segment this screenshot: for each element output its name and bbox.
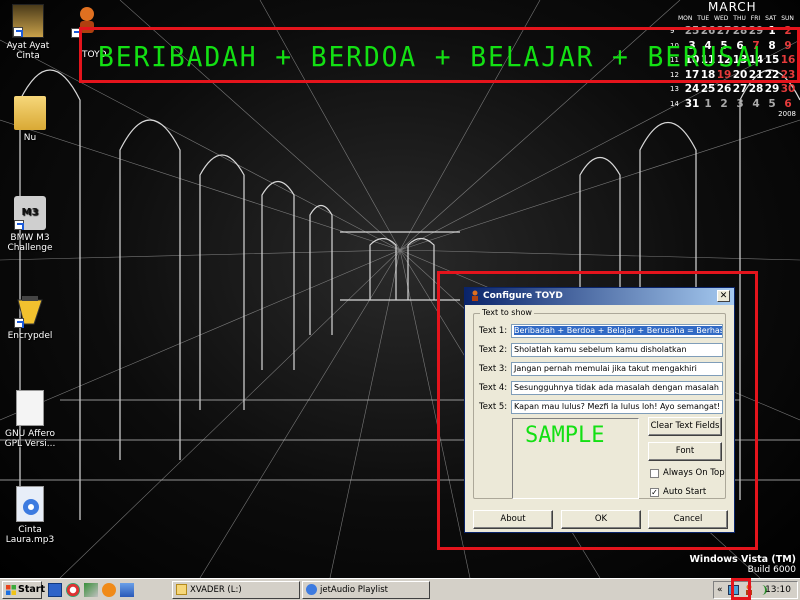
folder-icon [176, 584, 187, 595]
calendar-day[interactable]: 3 [732, 97, 748, 112]
desktop-icon-label: Nu [23, 133, 37, 143]
text-2-field[interactable]: Sholatlah kamu sebelum kamu disholatkan [511, 343, 723, 357]
desktop-icon-label: GNU Affero GPL Versi... [4, 429, 56, 449]
media-icon[interactable] [102, 583, 116, 597]
tray-expand-chevron-icon[interactable]: « [717, 582, 723, 598]
task-label: jetAudio Playlist [320, 585, 388, 595]
text-3-field[interactable]: Jangan pernah memulai jika takut mengakh… [511, 362, 723, 376]
watermark-product: Windows Vista (TM) [689, 554, 796, 565]
taskbar-item-jetaudio-playlist[interactable]: jetAudio Playlist [302, 581, 430, 599]
encrypdel-icon [14, 294, 46, 328]
close-button[interactable]: ✕ [717, 290, 730, 302]
ok-button[interactable]: OK [561, 510, 641, 529]
show-desktop-icon[interactable] [48, 583, 62, 597]
network-icon[interactable] [120, 583, 134, 597]
utility-icon[interactable] [84, 583, 98, 597]
banner-highlight-box [79, 27, 800, 83]
configure-toyd-dialog[interactable]: Configure TOYD ✕ Text to show Text 1: Be… [464, 287, 735, 533]
folder-icon [14, 96, 46, 130]
text-2-label: Text 2: [479, 345, 508, 355]
bmw-badge-text: M3 [21, 207, 39, 218]
text-1-label: Text 1: [479, 326, 508, 336]
calendar-day-headers: MON TUE WED THU FRI SAT SUN [678, 15, 794, 22]
calendar-day[interactable]: 2 [716, 97, 732, 112]
shortcut-arrow-icon [13, 27, 23, 37]
sample-text: SAMPLE [525, 423, 605, 448]
document-icon [16, 390, 44, 426]
start-button[interactable]: Start [2, 581, 46, 599]
calendar-day[interactable]: 5 [764, 97, 780, 112]
task-label: XVADER (L:) [190, 585, 242, 595]
calendar-month: MARCH [708, 0, 757, 14]
jetaudio-icon [306, 584, 317, 595]
text-3-row: Text 3: Jangan pernah memulai jika takut… [479, 362, 723, 376]
always-on-top-label: Always On Top [663, 468, 725, 478]
text-4-row: Text 4: Sesungguhnya tidak ada masalah d… [479, 381, 723, 395]
desktop-icon-label: BMW M3 Challenge [7, 233, 53, 253]
desktop-icon-label: Encrypdel [7, 331, 53, 341]
text-5-row: Text 5: Kapan mau lulus? Mezfi la lulus … [479, 400, 723, 414]
font-button[interactable]: Font [648, 442, 722, 461]
dialog-titlebar[interactable]: Configure TOYD ✕ [465, 288, 734, 305]
close-icon: ✕ [719, 291, 728, 301]
dialog-title: Configure TOYD [483, 291, 563, 301]
text-2-row: Text 2: Sholatlah kamu sebelum kamu dish… [479, 343, 723, 357]
calendar-year: 2008 [778, 110, 796, 118]
desktop-icon-label: Cinta Laura.mp3 [5, 525, 55, 545]
bmw-m3-game-icon: M3 [14, 196, 46, 230]
text-1-row: Text 1: Beribadah + Berdoa + Belajar + B… [479, 324, 723, 338]
calendar-day[interactable]: 31 [684, 97, 700, 112]
auto-start-checkbox[interactable]: ✓ Auto Start [650, 487, 706, 497]
audio-file-icon [16, 486, 44, 522]
text-to-show-group: Text to show Text 1: Beribadah + Berdoa … [473, 308, 726, 499]
sample-preview: SAMPLE [512, 418, 639, 499]
tray-highlight-box [731, 578, 751, 600]
windows-logo-icon [6, 585, 16, 595]
about-button[interactable]: About [473, 510, 553, 529]
watermark-build: Build 6000 [747, 565, 796, 575]
desktop-icon-bmw-m3[interactable]: M3 BMW M3 Challenge [0, 196, 62, 253]
desktop-icon-encrypdel[interactable]: Encrypdel [0, 294, 62, 341]
calendar-day[interactable]: 6 [780, 97, 796, 112]
toyd-app-icon [469, 290, 479, 302]
shortcut-arrow-icon [14, 220, 24, 230]
text-5-field[interactable]: Kapan mau lulus? Mezfi la lulus loh! Ayo… [511, 400, 723, 414]
calendar-week-number: 14 [670, 99, 679, 108]
movie-icon [12, 4, 44, 38]
text-4-label: Text 4: [479, 383, 508, 393]
browser-icon[interactable] [66, 583, 80, 597]
text-1-value: Beribadah + Berdoa + Belajar + Berusaha … [514, 326, 722, 335]
cancel-button[interactable]: Cancel [648, 510, 728, 529]
windows-watermark: Windows Vista (TM) Build 6000 [689, 554, 796, 576]
calendar-day[interactable]: 29 [764, 82, 780, 97]
taskbar-item-xvader[interactable]: XVADER (L:) [172, 581, 300, 599]
always-on-top-checkbox[interactable]: Always On Top [650, 468, 725, 478]
text-5-label: Text 5: [479, 402, 508, 412]
desktop-icon-gnu-affero[interactable]: GNU Affero GPL Versi... [0, 390, 62, 449]
calendar-day[interactable]: 4 [748, 97, 764, 112]
calendar-week-row: 14 31 1 2 3 4 5 6 [670, 97, 796, 112]
desktop-icon-ayat-ayat-cinta[interactable]: Ayat Ayat Cinta [0, 4, 60, 61]
desktop-icon-nu[interactable]: Nu [0, 96, 62, 143]
group-label: Text to show [480, 308, 534, 317]
start-label: Start [18, 584, 46, 595]
text-3-label: Text 3: [479, 364, 508, 374]
text-4-field[interactable]: Sesungguhnya tidak ada masalah dengan ma… [511, 381, 723, 395]
desktop-icon-label: Ayat Ayat Cinta [6, 41, 50, 61]
calendar-day[interactable]: 30 [780, 82, 796, 97]
clear-text-fields-button[interactable]: Clear Text Fields [648, 417, 722, 436]
auto-start-label: Auto Start [663, 487, 707, 497]
checkmark-icon: ✓ [650, 487, 659, 497]
calendar-day[interactable]: 1 [700, 97, 716, 112]
system-tray: « 13:10 [713, 581, 798, 599]
text-1-field[interactable]: Beribadah + Berdoa + Belajar + Berusaha … [511, 324, 723, 338]
shortcut-arrow-icon [14, 318, 24, 328]
taskbar-clock[interactable]: 13:10 [765, 582, 791, 598]
checkbox-box [650, 468, 659, 478]
desktop-icon-cinta-laura[interactable]: Cinta Laura.mp3 [0, 486, 62, 545]
taskbar: Start XVADER (L:) jetAudio Playlist « 13… [0, 578, 800, 600]
